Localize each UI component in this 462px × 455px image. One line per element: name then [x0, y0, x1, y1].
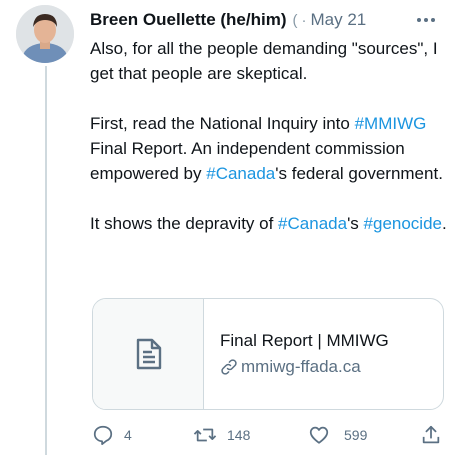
like-count: 599	[344, 427, 368, 443]
tweet-text-segment: Also, for all the people demanding "sour…	[90, 39, 438, 83]
share-button[interactable]	[420, 424, 442, 446]
reply-button[interactable]: 4	[92, 424, 132, 446]
thread-line	[45, 66, 47, 455]
tweet-text-segment: 's	[347, 214, 364, 233]
reply-icon	[93, 425, 113, 446]
card-thumbnail	[93, 299, 204, 409]
action-bar: 4 148 599	[90, 424, 450, 452]
reply-count: 4	[124, 427, 132, 443]
avatar[interactable]	[16, 5, 74, 63]
tweet-text-segment: 's federal government.	[275, 164, 443, 183]
like-button[interactable]: 599	[308, 424, 367, 446]
tweet-content: Breen Ouellette (he/him) ( · May 21 Also…	[90, 8, 450, 410]
hashtag-link[interactable]: #Canada	[278, 214, 347, 233]
author-name[interactable]: Breen Ouellette (he/him)	[90, 10, 286, 30]
tweet-date[interactable]: May 21	[310, 10, 366, 30]
tweet-text: Also, for all the people demanding "sour…	[90, 36, 450, 236]
card-domain-row: mmiwg-ffada.ca	[220, 357, 389, 377]
link-card[interactable]: Final Report | MMIWG mmiwg-ffada.ca	[92, 298, 444, 410]
link-icon	[221, 359, 237, 375]
separator-dot: ·	[301, 11, 307, 29]
retweet-button[interactable]: 148	[193, 424, 250, 446]
tweet-paragraph: Also, for all the people demanding "sour…	[90, 36, 450, 86]
hashtag-link[interactable]: #Canada	[206, 164, 275, 183]
tweet-paragraph: First, read the National Inquiry into #M…	[90, 111, 450, 186]
card-body: Final Report | MMIWG mmiwg-ffada.ca	[204, 299, 389, 409]
document-icon	[136, 338, 162, 370]
retweet-icon	[193, 428, 217, 442]
hashtag-link[interactable]: #genocide	[364, 214, 442, 233]
tweet-text-segment: It shows the depravity of	[90, 214, 279, 233]
avatar-photo	[16, 5, 74, 63]
retweet-count: 148	[227, 427, 251, 443]
card-title: Final Report | MMIWG	[220, 331, 389, 350]
heart-icon	[309, 426, 329, 444]
more-icon[interactable]	[414, 8, 438, 32]
tweet-header: Breen Ouellette (he/him) ( · May 21	[90, 8, 450, 32]
card-domain: mmiwg-ffada.ca	[241, 357, 361, 376]
author-handle[interactable]: (	[292, 12, 297, 29]
tweet-paragraph: It shows the depravity of #Canada's #gen…	[90, 211, 450, 236]
hashtag-link[interactable]: #MMIWG	[355, 114, 427, 133]
share-icon	[422, 425, 440, 444]
tweet-text-segment: .	[442, 214, 447, 233]
tweet-text-segment: First, read the National Inquiry into	[90, 114, 355, 133]
